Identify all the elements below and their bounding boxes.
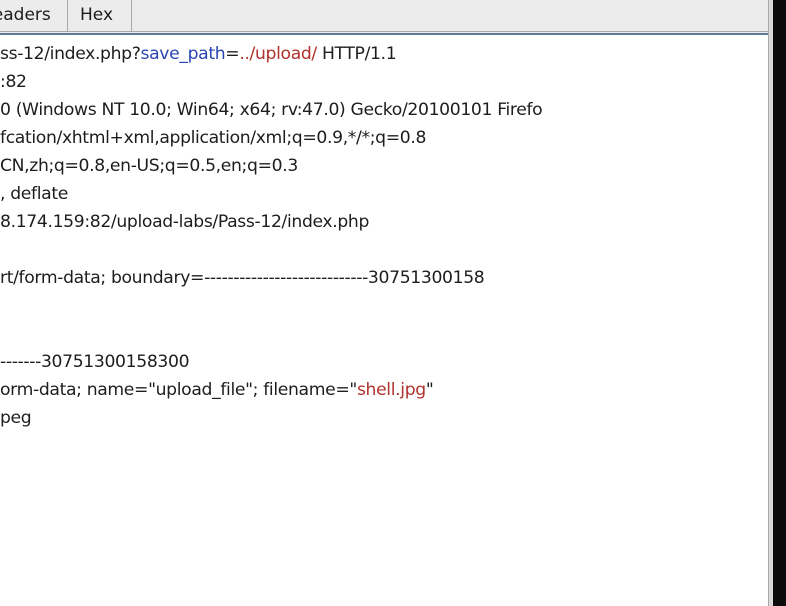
http-version: HTTP/1.1 [316, 44, 397, 64]
host-header-line: :82 [0, 72, 27, 92]
tab-hex-label: Hex [80, 5, 114, 25]
tab-divider [131, 31, 768, 32]
query-param-name: save_path [140, 44, 226, 64]
content-type-line: rt/form-data; boundary=-----------------… [0, 268, 485, 288]
tab-hex[interactable]: Hex [67, 0, 132, 32]
filename-value: shell.jpg [356, 380, 426, 400]
part-content-type-line: peg [0, 408, 32, 428]
content-disposition-text: orm-data; name="upload_file"; filename=" [0, 380, 357, 400]
tab-headers-label: Headers [0, 5, 51, 25]
query-param-value: ../upload/ [239, 44, 317, 64]
window-edge [773, 0, 786, 606]
user-agent-line: 0 (Windows NT 10.0; Win64; x64; rv:47.0)… [0, 100, 543, 120]
request-viewer: Headers Hex ss-12/index.php?save_path=..… [0, 0, 786, 606]
content-disposition-line: orm-data; name="upload_file"; filename="… [0, 376, 434, 404]
query-equals: = [225, 44, 240, 64]
raw-request-editor[interactable]: ss-12/index.php?save_path=../upload/ HTT… [0, 35, 768, 606]
closing-quote: " [425, 380, 434, 400]
request-line: ss-12/index.php?save_path=../upload/ HTT… [0, 40, 397, 68]
accept-language-line: CN,zh;q=0.8,en-US;q=0.5,en;q=0.3 [0, 156, 298, 176]
accept-encoding-line: , deflate [0, 184, 68, 204]
accept-line: fcation/xhtml+xml,application/xml;q=0.9,… [0, 128, 427, 148]
tab-headers[interactable]: Headers [0, 0, 68, 32]
referer-line: 8.174.159:82/upload-labs/Pass-12/index.p… [0, 212, 370, 232]
tab-bar: Headers Hex [0, 0, 768, 33]
boundary-line: -------30751300158300 [0, 352, 190, 372]
request-path-text: ss-12/index.php? [0, 44, 141, 64]
